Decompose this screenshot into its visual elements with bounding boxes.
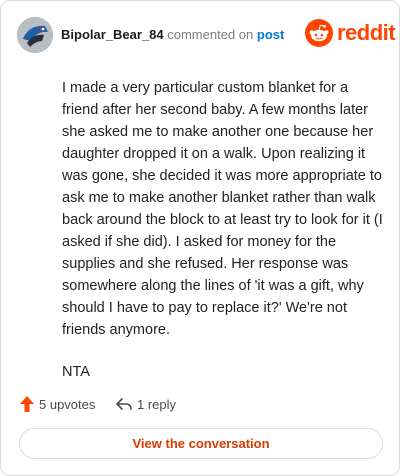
upvote-arrow-icon bbox=[20, 396, 34, 412]
commented-on-text: commented on bbox=[167, 27, 254, 42]
comment-meta: Bipolar_Bear_84 commented on post bbox=[61, 27, 284, 43]
avatar-image bbox=[17, 17, 53, 53]
upvote-count: 5 upvotes bbox=[39, 396, 96, 412]
comment-header: Bipolar_Bear_84 commented on post reddit bbox=[17, 17, 396, 53]
comment-paragraph: I made a very particular custom blanket … bbox=[62, 80, 383, 338]
reply-arrow-icon bbox=[116, 398, 132, 410]
username[interactable]: Bipolar_Bear_84 bbox=[61, 27, 164, 42]
reddit-snoo-icon bbox=[305, 19, 333, 47]
comment-body: I made a very particular custom blanket … bbox=[62, 77, 384, 383]
reddit-logo[interactable]: reddit bbox=[305, 19, 396, 47]
reply-count: 1 reply bbox=[137, 396, 177, 412]
post-link[interactable]: post bbox=[257, 27, 284, 42]
comment-paragraph: NTA bbox=[62, 364, 90, 380]
view-conversation-button[interactable]: View the conversation bbox=[19, 428, 383, 459]
comment-actions: 5 upvotes 1 reply bbox=[19, 393, 379, 415]
user-avatar[interactable] bbox=[17, 17, 53, 53]
comment-embed-card: Bipolar_Bear_84 commented on post reddit… bbox=[0, 0, 400, 476]
upvote-button[interactable]: 5 upvotes bbox=[19, 393, 95, 415]
reddit-wordmark: reddit bbox=[337, 20, 396, 45]
reply-button[interactable]: 1 reply bbox=[115, 393, 176, 415]
